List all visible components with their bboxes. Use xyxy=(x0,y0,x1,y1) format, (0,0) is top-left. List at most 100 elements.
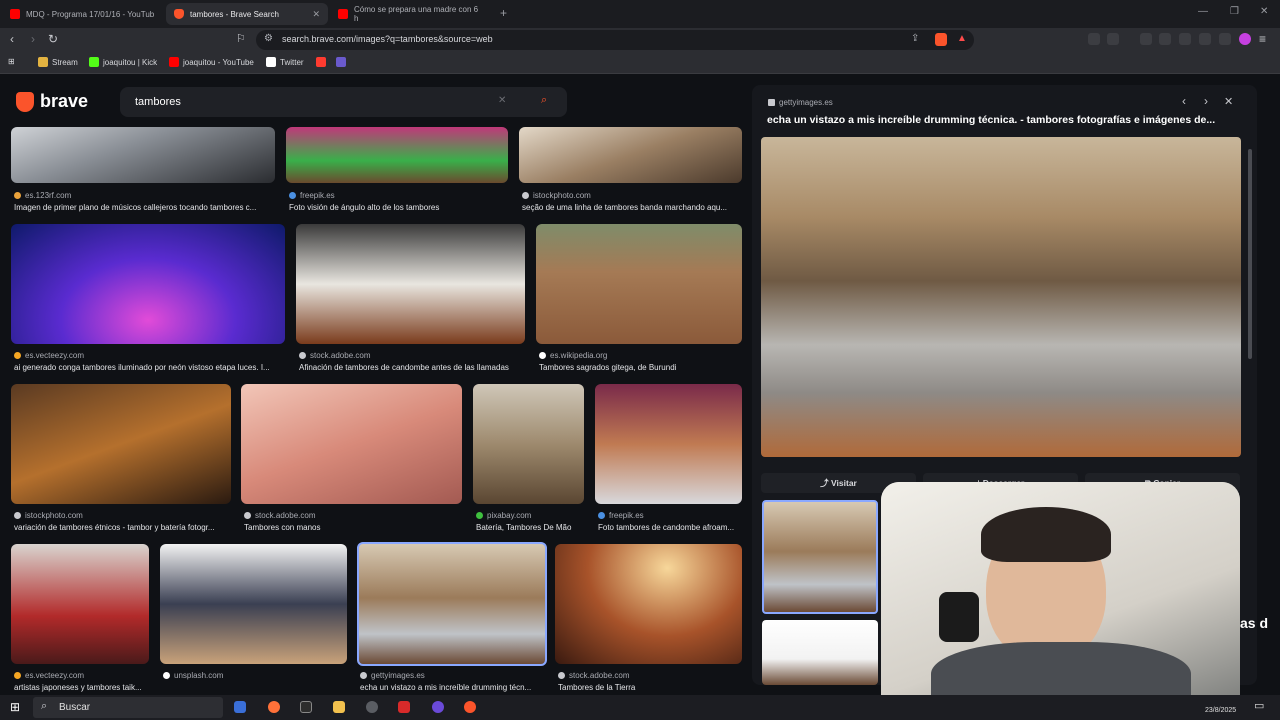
extension-icon[interactable] xyxy=(1107,33,1119,45)
result-source[interactable]: es.vecteezy.com xyxy=(14,351,84,360)
result-image[interactable] xyxy=(519,127,742,183)
profile-icon[interactable] xyxy=(1239,33,1251,45)
voicemeeter-icon[interactable] xyxy=(398,701,410,713)
taskbar-search[interactable]: ⌕ Buscar xyxy=(33,697,223,718)
result-source[interactable]: stock.adobe.com xyxy=(558,671,629,680)
result-image[interactable] xyxy=(286,127,508,183)
result-source[interactable]: gettyimages.es xyxy=(360,671,425,680)
result-source[interactable]: stock.adobe.com xyxy=(299,351,370,360)
tab-youtube-2[interactable]: Cómo se prepara una madre con 6 h xyxy=(330,3,492,25)
microphone-icon xyxy=(939,592,979,642)
close-icon[interactable]: ✕ xyxy=(312,9,320,20)
result-image[interactable] xyxy=(11,224,285,344)
bookmark-twitter[interactable]: Twitter xyxy=(266,57,304,67)
bookmark-c[interactable] xyxy=(316,57,330,67)
app-icon[interactable] xyxy=(432,701,444,713)
result-source[interactable]: istockphoto.com xyxy=(522,191,591,200)
result-caption[interactable]: seção de uma linha de tambores banda mar… xyxy=(522,203,742,212)
result-image[interactable] xyxy=(296,224,525,344)
maximize-button[interactable]: ❐ xyxy=(1230,6,1239,17)
leo-icon[interactable] xyxy=(1199,33,1211,45)
result-image-selected[interactable] xyxy=(357,542,547,666)
result-caption[interactable]: Imagen de primer plano de músicos callej… xyxy=(14,203,276,212)
bookmark-stream[interactable]: Stream xyxy=(38,57,78,67)
search-icon[interactable]: ⌕ xyxy=(541,94,547,107)
tab-youtube[interactable]: MDQ - Programa 17/01/16 - YouTub xyxy=(2,3,164,25)
forward-icon[interactable]: › xyxy=(31,32,35,46)
result-source[interactable]: pixabay.com xyxy=(476,511,531,520)
brave-shields-icon[interactable] xyxy=(935,33,947,46)
vpn-icon[interactable] xyxy=(1219,33,1231,45)
menu-icon[interactable]: ≡ xyxy=(1259,32,1266,46)
result-caption[interactable]: variación de tambores étnicos - tambor y… xyxy=(14,523,232,532)
result-source[interactable]: freepik.es xyxy=(289,191,335,200)
share-icon[interactable]: ⇪ xyxy=(911,33,919,44)
result-image[interactable] xyxy=(536,224,742,344)
media-icon[interactable] xyxy=(1140,33,1152,45)
obs-icon[interactable] xyxy=(366,701,378,713)
tab-brave-search[interactable]: tambores - Brave Search ✕ xyxy=(166,3,328,25)
result-caption[interactable]: artistas japoneses y tambores taik... xyxy=(14,683,150,692)
result-caption[interactable]: echa un vistazo a mis increíble drumming… xyxy=(360,683,546,692)
search-input[interactable]: tambores ✕ ⌕ xyxy=(120,87,567,117)
result-image[interactable] xyxy=(11,127,275,183)
related-thumbnail-selected[interactable] xyxy=(762,500,878,614)
result-source[interactable]: es.wikipedia.org xyxy=(539,351,607,360)
panel-scrollbar[interactable] xyxy=(1248,149,1252,359)
result-image[interactable] xyxy=(595,384,742,504)
file-explorer-icon[interactable] xyxy=(333,701,345,713)
apps-icon[interactable]: ⊞ xyxy=(8,57,15,66)
wallet-icon[interactable] xyxy=(1179,33,1191,45)
close-panel-icon[interactable]: ✕ xyxy=(1224,95,1233,108)
twitch-icon[interactable] xyxy=(234,701,246,713)
result-caption[interactable]: Tambores sagrados gitega, de Burundi xyxy=(539,363,742,372)
result-image[interactable] xyxy=(555,544,742,664)
minimize-button[interactable]: — xyxy=(1198,6,1208,17)
firefox-icon[interactable] xyxy=(268,701,280,713)
address-bar[interactable]: ⚙ search.brave.com/images?q=tambores&sou… xyxy=(256,30,974,50)
result-source[interactable]: freepik.es xyxy=(598,511,644,520)
related-thumbnail[interactable] xyxy=(762,620,878,685)
bookmark-s[interactable] xyxy=(336,57,350,67)
bookmark-icon[interactable]: ⚐ xyxy=(236,32,246,45)
site-info-icon[interactable]: ⚙ xyxy=(264,33,273,44)
result-caption[interactable]: Batería, Tambores De Mão xyxy=(476,523,586,532)
tab-strip: MDQ - Programa 17/01/16 - YouTub tambore… xyxy=(0,0,1280,28)
preview-image[interactable] xyxy=(761,137,1241,457)
previous-icon[interactable]: ‹ xyxy=(1182,94,1186,108)
result-caption[interactable]: Afinación de tambores de candombe antes … xyxy=(299,363,525,372)
result-source[interactable]: unsplash.com xyxy=(163,671,223,680)
brave-logo[interactable]: brave xyxy=(16,91,88,112)
terminal-icon[interactable] xyxy=(300,701,312,713)
reload-icon[interactable]: ↻ xyxy=(48,32,58,46)
result-image[interactable] xyxy=(473,384,584,504)
new-tab-button[interactable]: + xyxy=(500,6,507,20)
extension-icon[interactable] xyxy=(1088,33,1100,45)
result-caption[interactable]: ai generado conga tambores iluminado por… xyxy=(14,363,286,372)
result-source[interactable]: es.vecteezy.com xyxy=(14,671,84,680)
bookmark-kick[interactable]: joaquitou | Kick xyxy=(89,57,157,67)
notification-icon[interactable]: ▭ xyxy=(1254,699,1264,712)
brave-taskbar-icon[interactable] xyxy=(464,701,476,713)
clear-icon[interactable]: ✕ xyxy=(498,95,506,106)
result-image[interactable] xyxy=(11,384,231,504)
result-image[interactable] xyxy=(11,544,149,664)
result-caption[interactable]: Tambores con manos xyxy=(244,523,462,532)
rewards-icon[interactable]: ▲ xyxy=(957,33,967,44)
result-source[interactable]: es.123rf.com xyxy=(14,191,71,200)
result-source[interactable]: stock.adobe.com xyxy=(244,511,315,520)
panel-source[interactable]: gettyimages.es xyxy=(768,98,833,107)
next-icon[interactable]: › xyxy=(1204,94,1208,108)
result-caption[interactable]: Tambores de la Tierra xyxy=(558,683,742,692)
windows-start-icon[interactable]: ⊞ xyxy=(10,700,20,714)
result-image[interactable] xyxy=(160,544,347,664)
result-caption[interactable]: Foto visión de ángulo alto de los tambor… xyxy=(289,203,509,212)
youtube-icon xyxy=(169,57,179,67)
back-icon[interactable]: ‹ xyxy=(10,32,14,46)
result-caption[interactable]: Foto tambores de candombe afroam... xyxy=(598,523,742,532)
result-image[interactable] xyxy=(241,384,462,504)
bookmark-youtube[interactable]: joaquitou - YouTube xyxy=(169,57,254,67)
result-source[interactable]: istockphoto.com xyxy=(14,511,83,520)
sidebar-icon[interactable] xyxy=(1159,33,1171,45)
close-window-button[interactable]: ✕ xyxy=(1260,6,1268,17)
